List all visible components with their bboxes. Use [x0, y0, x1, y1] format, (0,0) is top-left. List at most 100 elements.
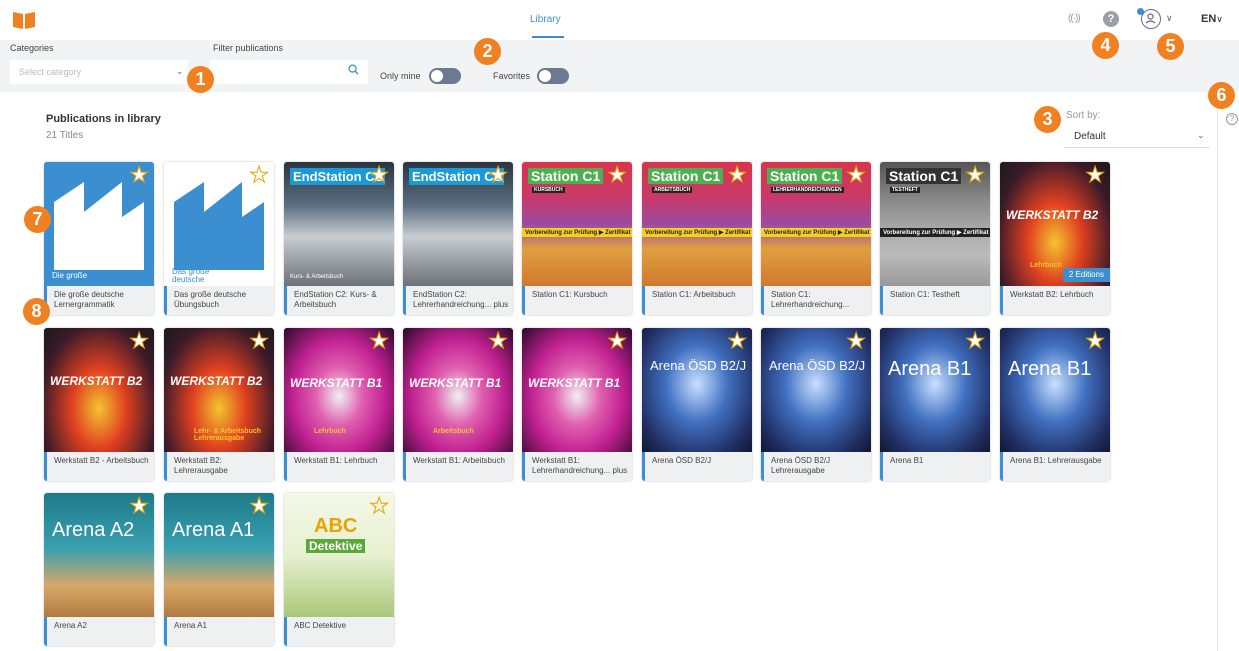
favorite-star-icon[interactable]: ★ — [488, 329, 509, 352]
book-cover[interactable]: Station C1 KURSBUCH Vorbereitung zur Prüfu… — [522, 162, 632, 286]
publication-card[interactable]: Arena B1 ★ Arena B1: Lehrerausgabe — [1000, 328, 1110, 481]
card-title[interactable]: Arena A1 — [164, 617, 274, 646]
help-icon[interactable]: ? — [1103, 11, 1119, 27]
publication-card[interactable]: Arena B1 ★ Arena B1 — [880, 328, 990, 481]
favorite-star-icon[interactable]: ★ — [249, 329, 270, 352]
card-title[interactable]: Station C1: Lehrerhandreichung... — [761, 286, 871, 315]
favorite-star-icon[interactable]: ★ — [1085, 163, 1106, 186]
editions-badge[interactable]: 2 Editions — [1062, 268, 1110, 282]
card-title[interactable]: Arena B1 — [880, 452, 990, 481]
help-icon[interactable]: ? — [1226, 113, 1238, 125]
card-title[interactable]: Arena ÖSD B2/J — [642, 452, 752, 481]
book-cover[interactable]: Station C1 LEHRERHANDREICHUNGEN Vorbereitu… — [761, 162, 871, 286]
favorite-star-icon[interactable]: ★ — [249, 494, 270, 517]
card-title[interactable]: Das große deutsche Übungsbuch — [164, 286, 274, 315]
search-input[interactable] — [210, 60, 368, 84]
favorite-star-icon[interactable]: ★ — [965, 163, 986, 186]
publication-card[interactable]: Das große deutsche ★ Das große deutsche Üb… — [164, 162, 274, 315]
active-tab-indicator — [532, 36, 564, 38]
card-title[interactable]: Werkstatt B1: Arbeitsbuch — [403, 452, 513, 481]
card-title[interactable]: Arena ÖSD B2/J Lehrerausgabe — [761, 452, 871, 481]
publication-card[interactable]: Arena ÖSD B2/J ★ Arena ÖSD B2/J — [642, 328, 752, 481]
publication-card[interactable]: Die große ★ Die große deutsche Lernergramm… — [44, 162, 154, 315]
book-cover[interactable]: Arena B1 ★ — [880, 328, 990, 452]
book-cover[interactable]: EndStation C2 Kurs- & Arbeitsbuch ★ — [284, 162, 394, 286]
book-cover[interactable]: Das große deutsche ★ — [164, 162, 274, 286]
book-logo-icon[interactable] — [12, 10, 36, 30]
favorites-toggle[interactable] — [537, 68, 569, 84]
publication-card[interactable]: WERKSTATT B1 ★ Werkstatt B1: Lehrerhandrei… — [522, 328, 632, 481]
favorite-star-icon[interactable]: ★ — [607, 163, 628, 186]
publication-card[interactable]: Station C1 TESTHEFT Vorbereitung zur Prüfu… — [880, 162, 990, 315]
publication-card[interactable]: Arena A2 ★ Arena A2 — [44, 493, 154, 646]
card-title[interactable]: Werkstatt B1: Lehrerhandreichung... plus — [522, 452, 632, 481]
favorite-star-icon[interactable]: ★ — [369, 494, 390, 517]
favorite-star-icon[interactable]: ★ — [129, 329, 150, 352]
favorite-star-icon[interactable]: ★ — [249, 163, 270, 186]
publication-card[interactable]: EndStation C2 Kurs- & Arbeitsbuch ★ EndStat… — [284, 162, 394, 315]
favorite-star-icon[interactable]: ★ — [846, 329, 867, 352]
favorite-star-icon[interactable]: ★ — [846, 163, 867, 186]
book-cover[interactable]: Arena ÖSD B2/J ★ — [642, 328, 752, 452]
book-cover[interactable]: WERKSTATT B1 ★ — [522, 328, 632, 452]
book-cover[interactable]: Die große ★ — [44, 162, 154, 286]
card-title[interactable]: Station C1: Kursbuch — [522, 286, 632, 315]
language-selector[interactable]: EN∨ — [1201, 13, 1223, 25]
card-title[interactable]: EndStation C2: Kurs- & Arbeitsbuch — [284, 286, 394, 315]
card-title[interactable]: Werkstatt B2: Lehrerausgabe — [164, 452, 274, 481]
publication-card[interactable]: WERKSTATT B1 Arbeitsbuch ★ Werkstatt B1: Ar… — [403, 328, 513, 481]
favorite-star-icon[interactable]: ★ — [1085, 329, 1106, 352]
book-cover[interactable]: WERKSTATT B1 Lehrbuch ★ — [284, 328, 394, 452]
only-mine-toggle[interactable] — [429, 68, 461, 84]
publication-card[interactable]: ABC Detektive ★ ABC Detektive — [284, 493, 394, 646]
card-title[interactable]: Werkstatt B2 - Arbeitsbuch — [44, 452, 154, 481]
book-cover[interactable]: Arena ÖSD B2/J ★ — [761, 328, 871, 452]
user-icon[interactable] — [1141, 9, 1161, 29]
book-cover[interactable]: Arena A1 ★ — [164, 493, 274, 617]
favorite-star-icon[interactable]: ★ — [607, 329, 628, 352]
chevron-down-icon[interactable]: ∨ — [1166, 13, 1173, 24]
card-title[interactable]: Arena A2 — [44, 617, 154, 646]
publication-card[interactable]: Station C1 LEHRERHANDREICHUNGEN Vorbereitu… — [761, 162, 871, 315]
card-title[interactable]: Station C1: Arbeitsbuch — [642, 286, 752, 315]
book-cover[interactable]: Station C1 ARBEITSBUCH Vorbereitung zur Pr… — [642, 162, 752, 286]
favorite-star-icon[interactable]: ★ — [129, 494, 150, 517]
favorite-star-icon[interactable]: ★ — [488, 163, 509, 186]
favorite-star-icon[interactable]: ★ — [129, 163, 150, 186]
book-cover[interactable]: WERKSTATT B2 Lehrbuch ★ 2 Editions — [1000, 162, 1110, 286]
card-title[interactable]: Die große deutsche Lernergrammatik — [44, 286, 154, 315]
publication-card[interactable]: WERKSTATT B2 Lehr- & Arbeitsbuch Lehrerau… — [164, 328, 274, 481]
favorite-star-icon[interactable]: ★ — [369, 329, 390, 352]
card-title[interactable]: Werkstatt B2: Lehrbuch — [1000, 286, 1110, 315]
favorite-star-icon[interactable]: ★ — [369, 163, 390, 186]
publication-card[interactable]: EndStation C2 ★ EndStation C2: Lehrerhandr… — [403, 162, 513, 315]
publication-card[interactable]: Arena ÖSD B2/J ★ Arena ÖSD B2/J Lehrerausg… — [761, 328, 871, 481]
favorite-star-icon[interactable]: ★ — [965, 329, 986, 352]
tab-library[interactable]: Library — [530, 14, 561, 25]
chevron-down-icon[interactable]: ⌄ — [176, 66, 184, 77]
card-title[interactable]: Arena B1: Lehrerausgabe — [1000, 452, 1110, 481]
publication-card[interactable]: WERKSTATT B2 ★ Werkstatt B2 - Arbeitsbuch — [44, 328, 154, 481]
book-cover[interactable]: ABC Detektive ★ — [284, 493, 394, 617]
card-title[interactable]: Werkstatt B1: Lehrbuch — [284, 452, 394, 481]
publication-card[interactable]: Station C1 ARBEITSBUCH Vorbereitung zur Pr… — [642, 162, 752, 315]
book-cover[interactable]: Arena B1 ★ — [1000, 328, 1110, 452]
card-title[interactable]: EndStation C2: Lehrerhandreichung... plu… — [403, 286, 513, 315]
book-cover[interactable]: EndStation C2 ★ — [403, 162, 513, 286]
book-cover[interactable]: Arena A2 ★ — [44, 493, 154, 617]
book-cover[interactable]: WERKSTATT B2 ★ — [44, 328, 154, 452]
book-cover[interactable]: WERKSTATT B2 Lehr- & Arbeitsbuch Lehrerau… — [164, 328, 274, 452]
book-cover[interactable]: WERKSTATT B1 Arbeitsbuch ★ — [403, 328, 513, 452]
publication-card[interactable]: Arena A1 ★ Arena A1 — [164, 493, 274, 646]
chevron-down-icon[interactable]: ⌄ — [1197, 130, 1205, 141]
broadcast-icon[interactable]: ((·)) — [1068, 13, 1081, 24]
publication-card[interactable]: Station C1 KURSBUCH Vorbereitung zur Prüfu… — [522, 162, 632, 315]
favorite-star-icon[interactable]: ★ — [727, 329, 748, 352]
card-title[interactable]: Station C1: Testheft — [880, 286, 990, 315]
book-cover[interactable]: Station C1 TESTHEFT Vorbereitung zur Prüfu… — [880, 162, 990, 286]
publication-card[interactable]: WERKSTATT B2 Lehrbuch ★ 2 Editions Werkstatt… — [1000, 162, 1110, 315]
publication-card[interactable]: WERKSTATT B1 Lehrbuch ★ Werkstatt B1: Lehrb… — [284, 328, 394, 481]
card-title[interactable]: ABC Detektive — [284, 617, 394, 646]
favorite-star-icon[interactable]: ★ — [727, 163, 748, 186]
search-icon[interactable] — [348, 64, 359, 75]
